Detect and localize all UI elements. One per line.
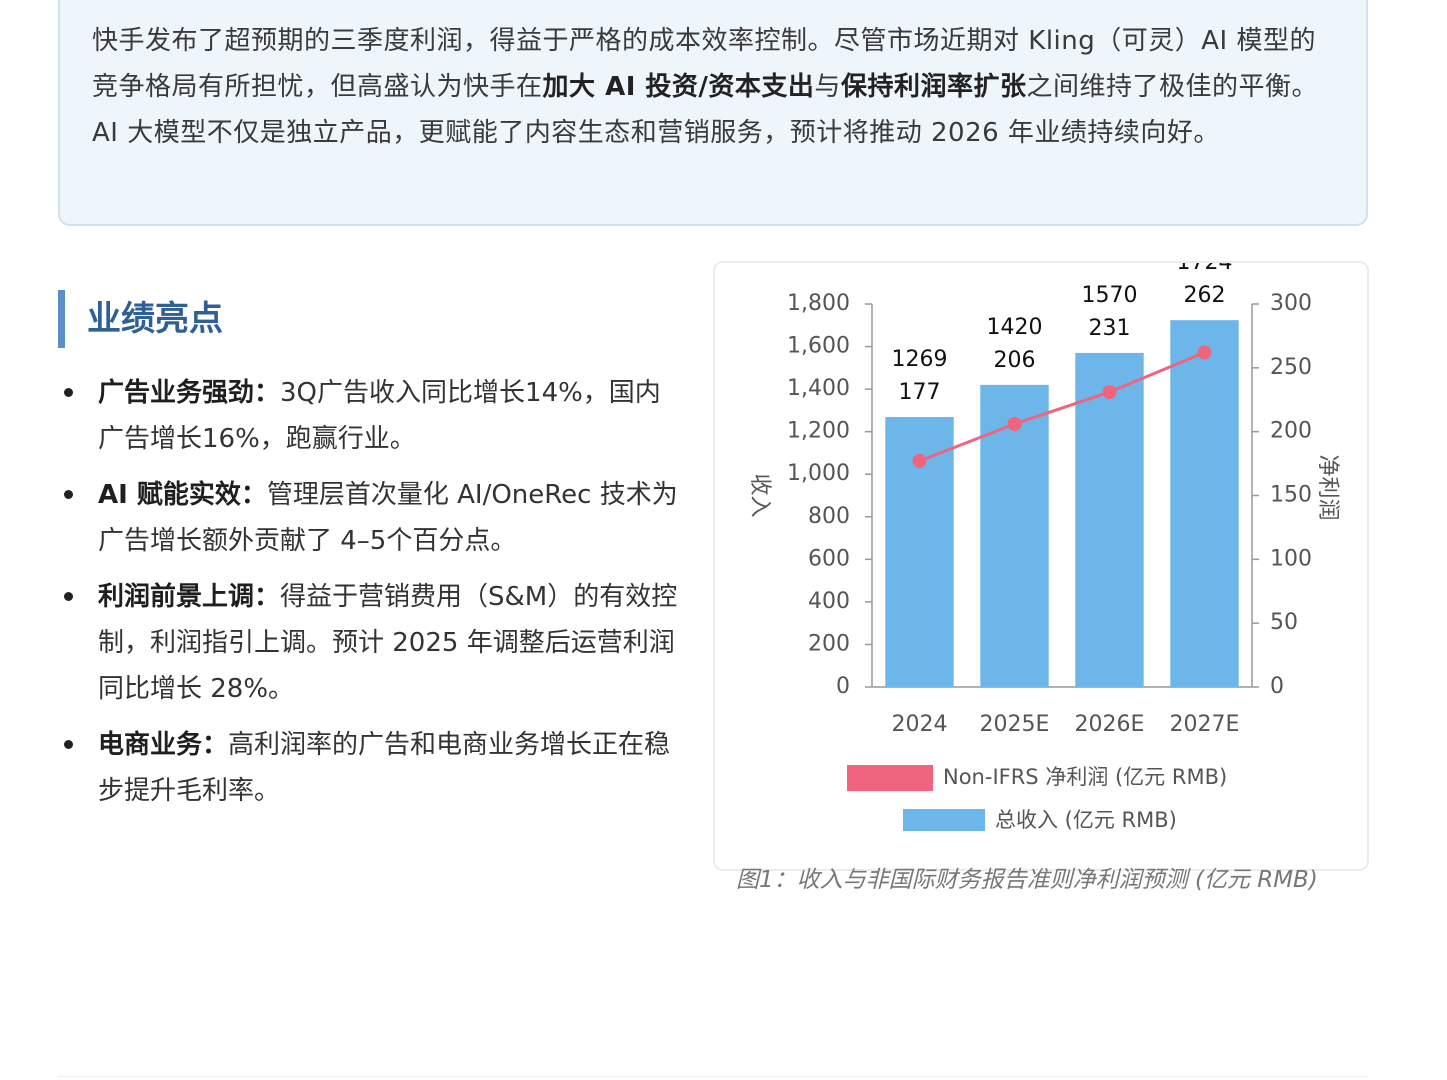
net-profit-point [1102,385,1117,400]
left-tick-label: 0 [836,674,850,699]
bullet-dot-icon [64,490,73,499]
right-tick-label: 150 [1270,483,1312,508]
highlight-label: AI 赋能实效： [98,480,267,510]
left-tick-label: 1,000 [787,461,850,486]
legend-label-revenue: 总收入 (亿元 RMB) [995,808,1177,832]
revenue-bar [1075,352,1144,687]
chart-caption: 图1：收入与非国际财务报告准则净利润预测 (亿元 RMB) [736,867,1318,893]
revenue-data-label: 1570 [1082,283,1138,308]
revenue-data-label: 1420 [987,315,1043,340]
net-profit-point [912,454,927,469]
right-tick-label: 100 [1270,546,1312,571]
summary-text: 快手发布了超预期的三季度利润，得益于严格的成本效率控制。尽管市场近期对 Klin… [92,18,1336,156]
legend-swatch-revenue [903,809,985,831]
revenue-bar [1170,320,1239,687]
revenue-data-label: 1724 [1177,263,1233,275]
left-tick-label: 400 [808,589,850,614]
profit-data-label: 177 [899,380,941,405]
left-tick-label: 800 [808,504,850,529]
profit-data-label: 262 [1184,283,1226,308]
legend-label-net-profit: Non-IFRS 净利润 (亿元 RMB) [943,765,1227,789]
left-tick-label: 1,200 [787,419,850,444]
right-axis-title: 净利润 [1315,454,1340,520]
left-tick-label: 1,600 [787,334,850,359]
revenue-data-label: 1269 [892,347,948,372]
bullet-dot-icon [64,388,73,397]
highlight-label: 电商业务： [98,730,229,760]
profit-data-label: 206 [994,348,1036,373]
x-tick-label: 2025E [980,712,1050,737]
right-tick-label: 200 [1270,419,1312,444]
net-profit-point [1007,417,1022,432]
revenue-profit-chart: 0 200 400 600 800 1,000 1,200 1,400 1,600 1,800 0 5… [747,263,1340,832]
highlights-list: 广告业务强劲：3Q广告收入同比增长14%，国内广告增长16%，跑赢行业。 AI 赋… [60,370,680,824]
section-title: 业绩亮点 [58,290,223,348]
net-profit-line [918,351,1206,463]
right-tick-label: 0 [1270,674,1284,699]
left-tick-label: 1,400 [787,376,850,401]
left-tick-label: 600 [808,546,850,571]
bullet-dot-icon [64,592,73,601]
x-tick-label: 2026E [1075,712,1145,737]
profit-data-label: 231 [1089,316,1131,341]
highlight-item: 利润前景上调：得益于营销费用（S&M）的有效控制，利润指引上调。预计 2025 … [60,574,680,712]
right-tick-label: 300 [1270,291,1312,316]
divider [58,1076,1368,1077]
x-tick-label: 2024 [892,712,948,737]
left-tick-label: 200 [808,631,850,656]
legend-swatch-net-profit [847,765,933,791]
summary-box: 快手发布了超预期的三季度利润，得益于严格的成本效率控制。尽管市场近期对 Klin… [58,0,1368,226]
summary-emphasis: 加大 AI 投资/资本支出 [542,72,815,102]
right-tick-label: 50 [1270,610,1298,635]
highlight-item: AI 赋能实效：管理层首次量化 AI/OneRec 技术为广告增长额外贡献了 4… [60,472,680,564]
x-tick-label: 2027E [1170,712,1240,737]
left-axis-title: 收入 [747,473,772,517]
highlight-item: 广告业务强劲：3Q广告收入同比增长14%，国内广告增长16%，跑赢行业。 [60,370,680,462]
right-tick-label: 250 [1270,355,1312,380]
net-profit-point [1197,345,1212,360]
left-tick-label: 1,800 [787,291,850,316]
highlight-label: 广告业务强劲： [98,378,281,408]
summary-run: 与 [814,72,841,102]
bullet-dot-icon [64,740,73,749]
chart-card: 0 200 400 600 800 1,000 1,200 1,400 1,600 1,800 0 5… [713,261,1369,871]
highlight-label: 利润前景上调： [98,582,281,612]
summary-emphasis: 保持利润率扩张 [840,72,1027,102]
highlight-item: 电商业务：高利润率的广告和电商业务增长正在稳步提升毛利率。 [60,722,680,814]
